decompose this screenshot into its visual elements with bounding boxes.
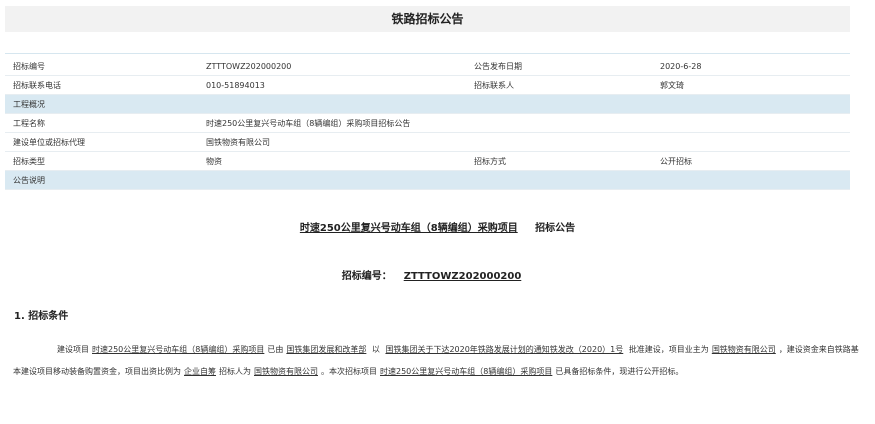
section-paragraph: 建设项目 时速250公里复兴号动车组（8辆编组）采购项目 已由 国铁集团发展和改革部 … <box>13 345 859 376</box>
document-title: 时速250公里复兴号动车组（8辆编组）采购项目 招标公告 <box>0 219 875 234</box>
bid-no-label: 招标编号 <box>5 57 206 76</box>
contact-label: 招标联系人 <box>474 75 660 95</box>
table-row: 招标联系电话 010-51894013 招标联系人 郭文琦 <box>5 75 850 95</box>
contact-value: 郭文琦 <box>660 75 850 95</box>
page-title: 铁路招标公告 <box>5 6 850 32</box>
method-label: 招标方式 <box>474 151 660 171</box>
page: 铁路招标公告 招标编号 ZTTTOWZ202000200 公告发布日期 2020… <box>0 0 875 424</box>
type-label: 招标类型 <box>5 151 206 171</box>
divider <box>5 53 850 54</box>
type-value: 物资 <box>206 151 474 171</box>
project-name-value: 时速250公里复兴号动车组（8辆编组）采购项目招标公告 <box>206 113 850 133</box>
bid-number-value: ZTTTOWZ202000200 <box>403 271 522 282</box>
method-value: 公开招标 <box>660 151 850 171</box>
notice-label: 公告说明 <box>5 170 206 190</box>
agent-label: 建设单位或招标代理 <box>5 132 206 152</box>
overview-label: 工程概况 <box>5 94 206 114</box>
table-section-row: 工程概况 <box>5 94 850 114</box>
phone-value: 010-51894013 <box>206 75 474 95</box>
project-name-label: 工程名称 <box>5 113 206 133</box>
bid-no-value: ZTTTOWZ202000200 <box>206 57 474 76</box>
document-title-main: 时速250公里复兴号动车组（8辆编组）采购项目 <box>299 223 518 234</box>
table-row: 招标类型 物资 招标方式 公开招标 <box>5 151 850 171</box>
document-title-suffix: 招标公告 <box>535 223 576 234</box>
info-table: 招标编号 ZTTTOWZ202000200 公告发布日期 2020-6-28 招… <box>5 57 850 190</box>
table-row: 建设单位或招标代理 国铁物资有限公司 <box>5 132 850 152</box>
table-row: 工程名称 时速250公里复兴号动车组（8辆编组）采购项目招标公告 <box>5 113 850 133</box>
agent-value: 国铁物资有限公司 <box>206 132 850 152</box>
publish-date-value: 2020-6-28 <box>660 57 850 76</box>
bid-number-prefix: 招标编号： <box>341 271 392 282</box>
table-row: 招标编号 ZTTTOWZ202000200 公告发布日期 2020-6-28 <box>5 57 850 76</box>
section-heading: 1. 招标条件 <box>14 311 69 322</box>
phone-label: 招标联系电话 <box>5 75 206 95</box>
publish-date-label: 公告发布日期 <box>474 57 660 76</box>
bid-number: 招标编号： ZTTTOWZ202000200 <box>0 267 875 282</box>
table-section-row: 公告说明 <box>5 170 850 190</box>
